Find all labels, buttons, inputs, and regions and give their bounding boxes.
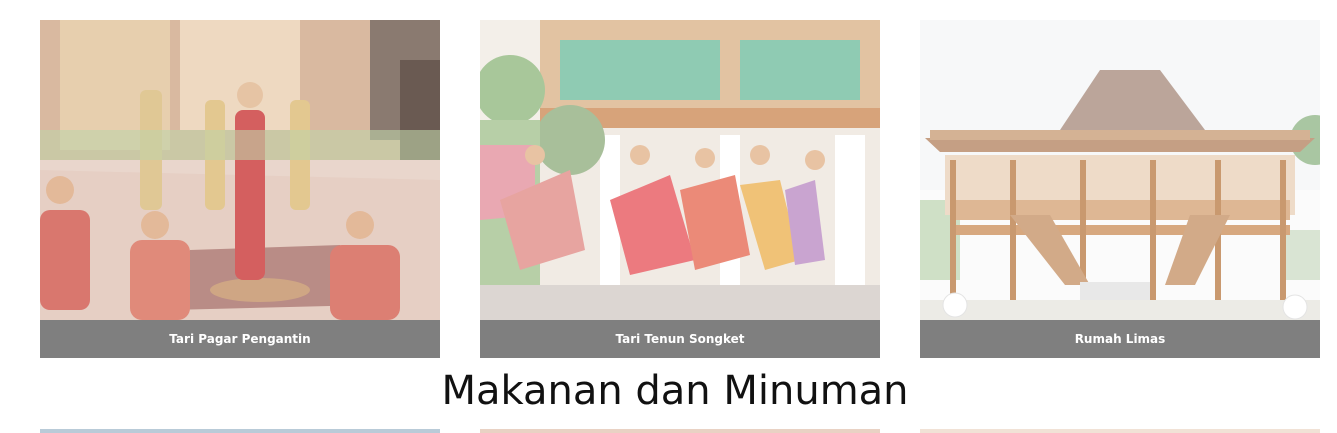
next-card-image[interactable]	[480, 429, 880, 433]
card-caption: Rumah Limas	[920, 320, 1320, 358]
songket-dance-photo[interactable]	[480, 20, 880, 320]
card-caption: Tari Pagar Pengantin	[40, 320, 440, 358]
section-heading: Makanan dan Minuman	[441, 368, 909, 414]
card-caption: Tari Tenun Songket	[480, 320, 880, 358]
traditional-house-photo[interactable]	[920, 20, 1320, 320]
gallery-card-tenun-songket[interactable]: Tari Tenun Songket	[480, 20, 880, 358]
next-card-image[interactable]	[40, 429, 440, 433]
gallery-card-pagar-pengantin[interactable]: Tari Pagar Pengantin	[40, 20, 440, 358]
wedding-dance-photo[interactable]	[40, 20, 440, 320]
next-card-image[interactable]	[920, 429, 1320, 433]
gallery-card-rumah-limas[interactable]: Rumah Limas	[920, 20, 1320, 358]
